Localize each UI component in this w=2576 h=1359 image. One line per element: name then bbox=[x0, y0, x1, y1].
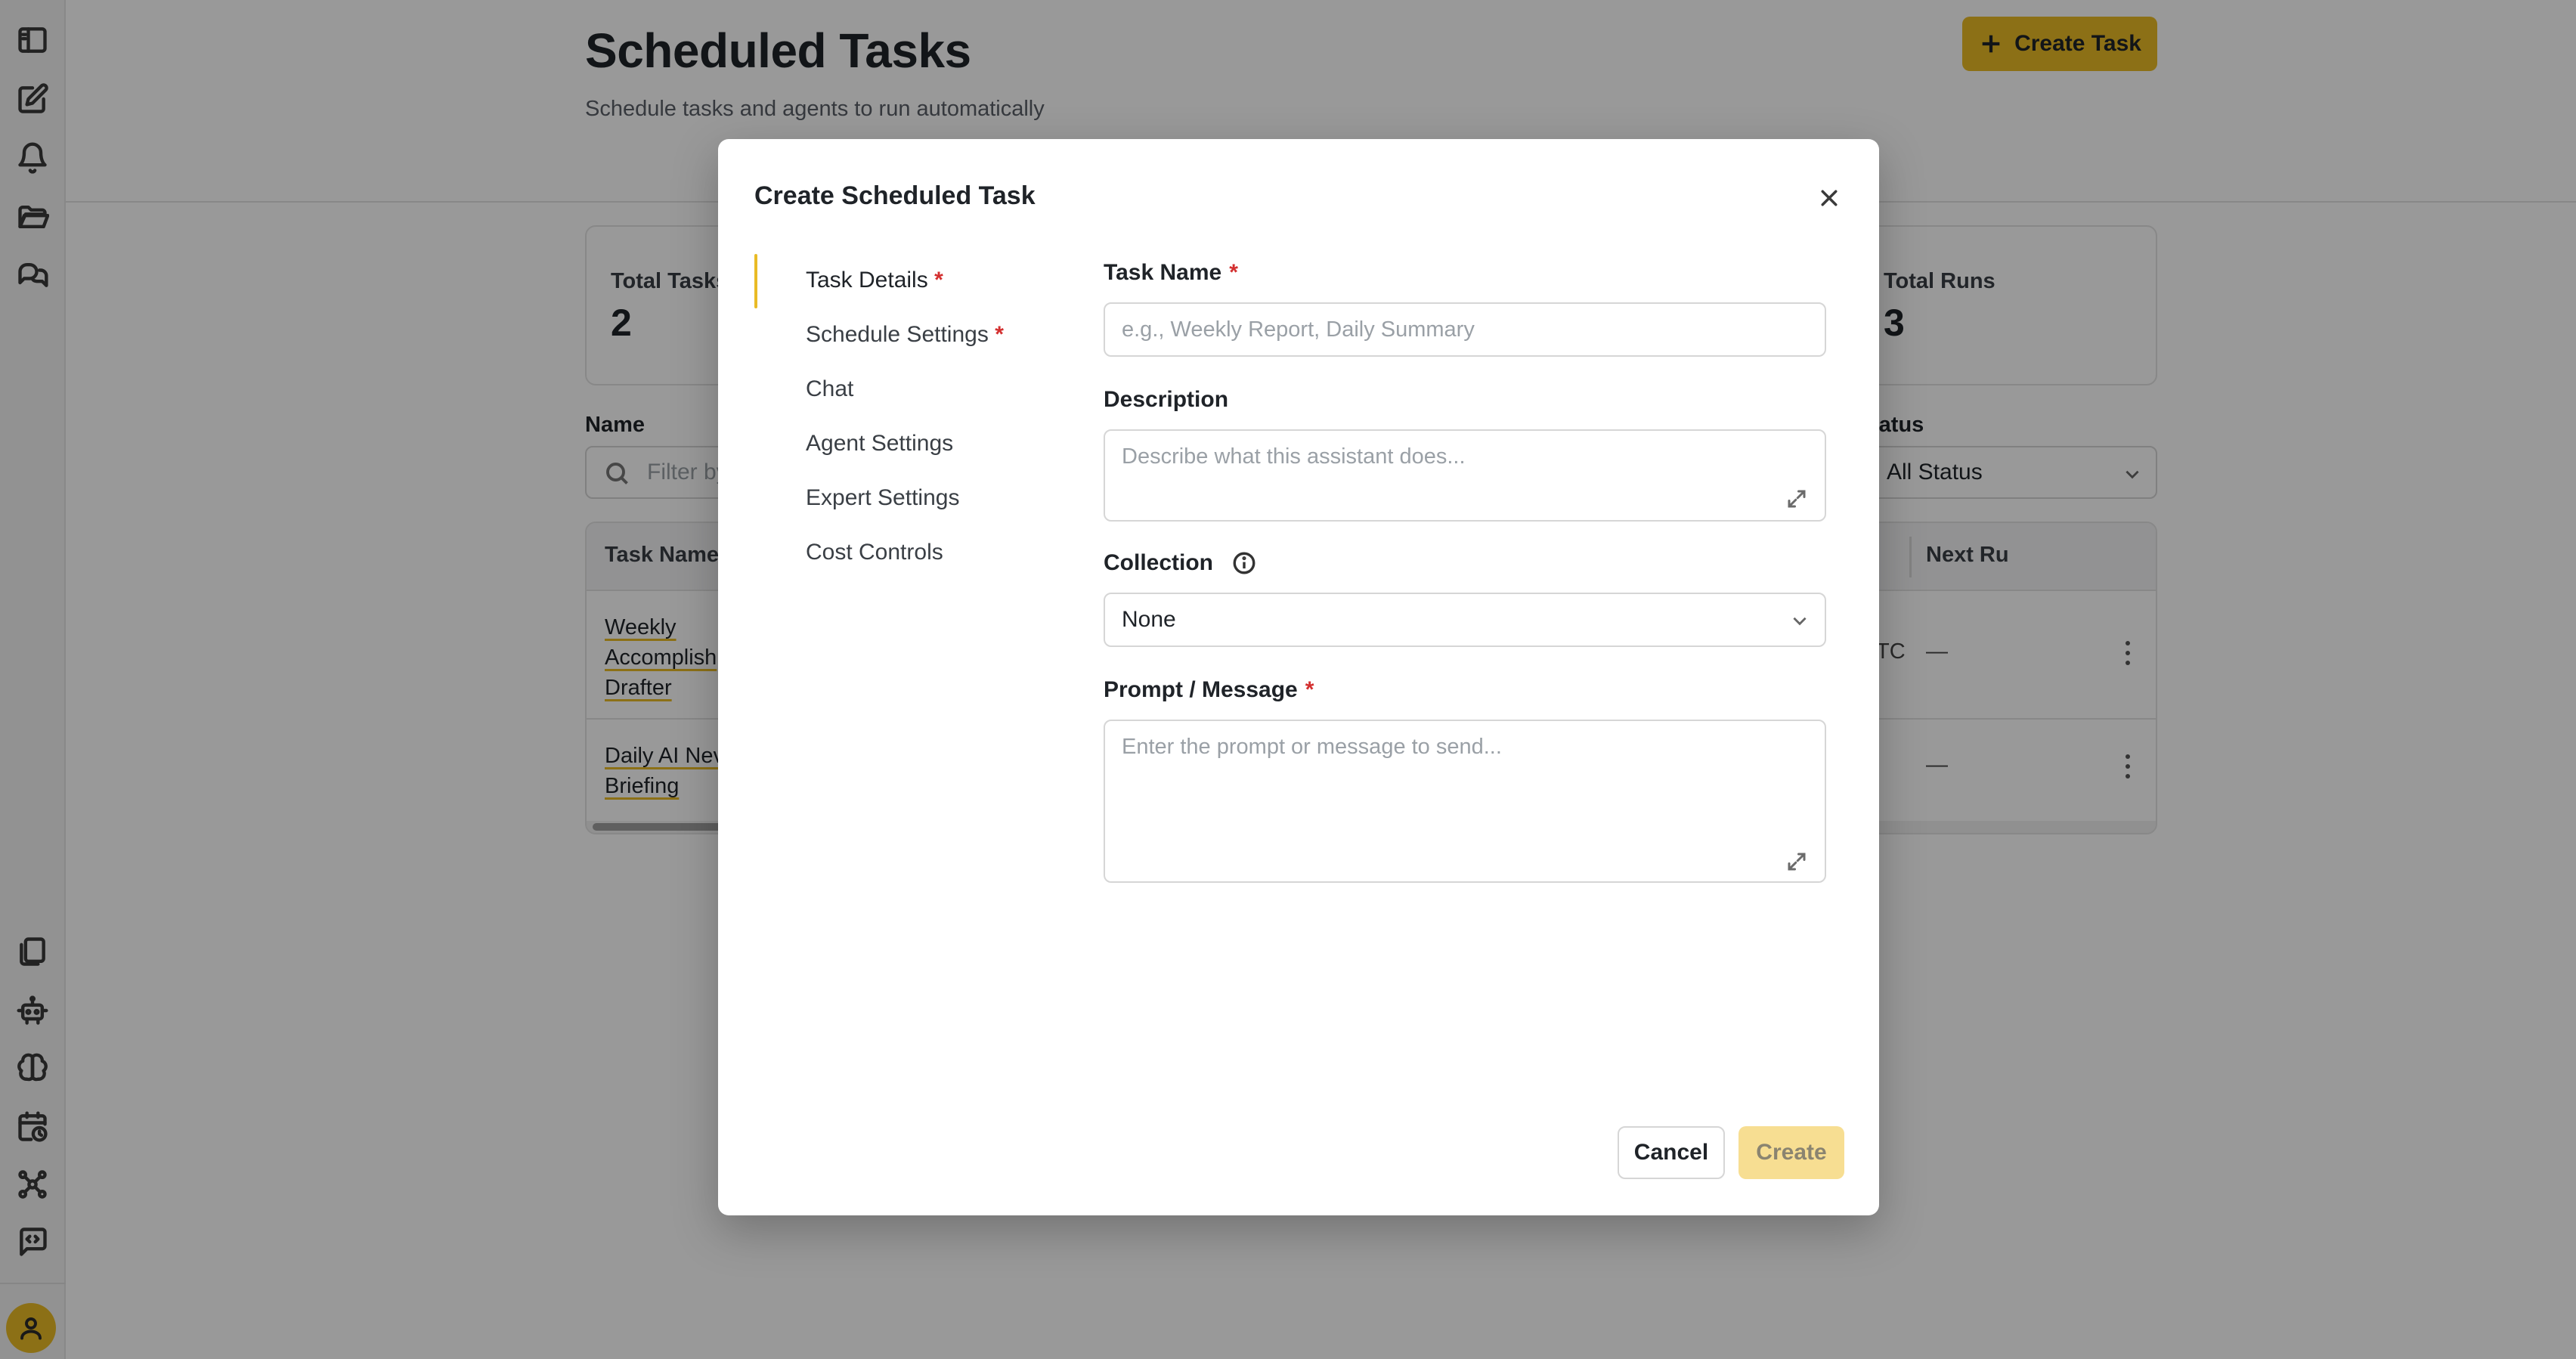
expand-prompt-icon[interactable] bbox=[1785, 850, 1808, 873]
label-text: Description bbox=[1104, 387, 1229, 412]
nav-label: Schedule Settings bbox=[806, 322, 989, 347]
nav-expert-settings[interactable]: Expert Settings bbox=[806, 485, 959, 511]
nav-task-details[interactable]: Task Details * bbox=[806, 268, 943, 293]
info-icon[interactable] bbox=[1231, 550, 1257, 576]
collection-select[interactable]: None bbox=[1104, 593, 1826, 647]
nav-label: Agent Settings bbox=[806, 431, 954, 456]
nav-cost-controls[interactable]: Cost Controls bbox=[806, 540, 943, 565]
collection-label: Collection bbox=[1104, 550, 1257, 576]
task-name-label: Task Name * bbox=[1104, 260, 1238, 286]
nav-label: Task Details bbox=[806, 268, 928, 293]
label-text: Collection bbox=[1104, 550, 1214, 575]
nav-chat[interactable]: Chat bbox=[806, 376, 853, 402]
close-button[interactable] bbox=[1813, 181, 1846, 215]
required-mark: * bbox=[1305, 677, 1314, 702]
label-text: Task Name bbox=[1104, 260, 1222, 285]
prompt-label: Prompt / Message * bbox=[1104, 677, 1314, 703]
required-mark: * bbox=[934, 268, 943, 293]
nav-label: Expert Settings bbox=[806, 485, 960, 510]
nav-label: Cost Controls bbox=[806, 540, 943, 565]
description-textarea[interactable] bbox=[1104, 429, 1826, 522]
dialog-title: Create Scheduled Task bbox=[754, 181, 1036, 210]
nav-schedule-settings[interactable]: Schedule Settings * bbox=[806, 322, 1004, 348]
create-scheduled-task-dialog: Create Scheduled Task Task Details * Sch… bbox=[718, 139, 1879, 1215]
expand-description-icon[interactable] bbox=[1785, 488, 1808, 510]
label-text: Prompt / Message bbox=[1104, 677, 1298, 702]
task-name-input[interactable] bbox=[1104, 302, 1826, 357]
nav-label: Chat bbox=[806, 376, 854, 401]
cancel-button[interactable]: Cancel bbox=[1618, 1126, 1725, 1179]
prompt-textarea[interactable] bbox=[1104, 720, 1826, 883]
close-icon bbox=[1821, 190, 1838, 206]
required-mark: * bbox=[995, 322, 1004, 347]
chevron-down-icon bbox=[1793, 617, 1807, 626]
collection-value: None bbox=[1122, 607, 1176, 632]
nav-agent-settings[interactable]: Agent Settings bbox=[806, 431, 953, 457]
description-label: Description bbox=[1104, 387, 1228, 413]
active-section-indicator bbox=[754, 254, 757, 308]
create-button[interactable]: Create bbox=[1738, 1126, 1844, 1179]
required-mark: * bbox=[1229, 260, 1238, 285]
